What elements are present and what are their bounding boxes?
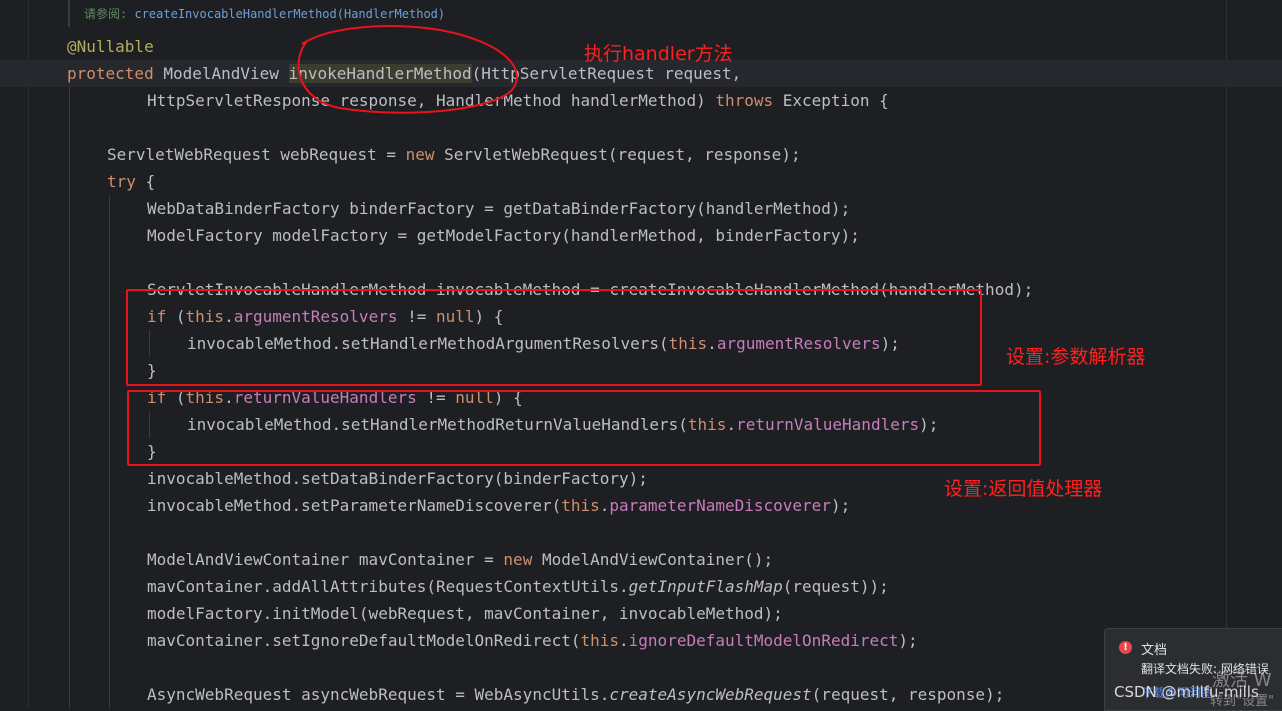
note-return-value-handlers: 设置:返回值处理器 xyxy=(944,478,1103,500)
return-value-handlers-box xyxy=(127,390,1041,466)
csdn-watermark: CSDN @millfu-mills xyxy=(1114,683,1259,701)
note-argument-resolvers: 设置:参数解析器 xyxy=(1006,346,1146,368)
argument-resolvers-box xyxy=(126,289,982,386)
error-icon: ! xyxy=(1119,641,1132,654)
notification-title: 文档 xyxy=(1141,643,1168,658)
note-invoke-handler: 执行handler方法 xyxy=(584,43,733,65)
